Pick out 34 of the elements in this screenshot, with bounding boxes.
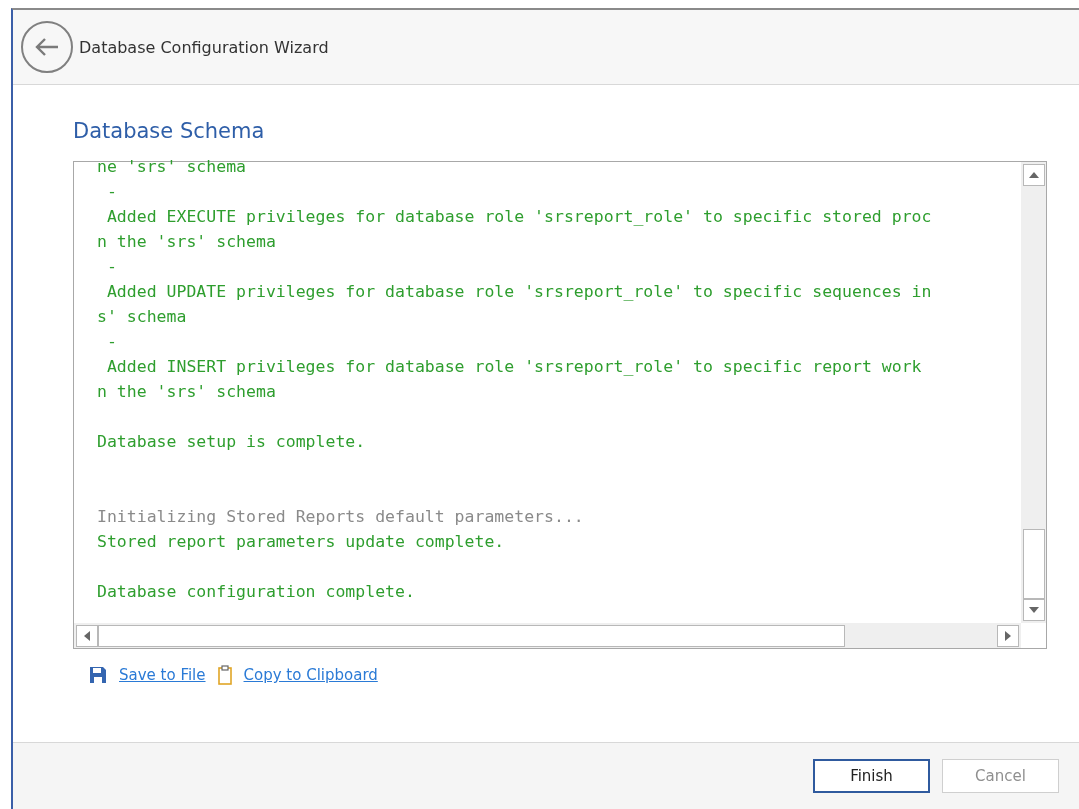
- log-line: n the 'srs' schema: [97, 231, 277, 253]
- link[interactable]: Save to File: [119, 666, 206, 684]
- back-button[interactable]: [21, 21, 73, 73]
- page-title: Database Schema: [73, 119, 266, 143]
- scroll-up-button[interactable]: [1022, 164, 1045, 186]
- log-line: Initializing Stored Reports default parameters...: [97, 506, 585, 528]
- log-line: Database setup is complete.: [97, 431, 367, 453]
- left-triangle-icon: [84, 630, 90, 641]
- scrollbar-thumb[interactable]: [98, 624, 845, 647]
- log-line: -: [105, 331, 118, 353]
- vertical-scrollbar[interactable]: [1021, 162, 1046, 623]
- scroll-down-button[interactable]: [1022, 599, 1045, 621]
- right-triangle-icon: [1005, 630, 1011, 641]
- log-line: -: [105, 181, 118, 203]
- log-line: Added EXECUTE privileges for database role 'srsreport_role' to specific stored proc: [105, 206, 933, 228]
- log-line: n the 'srs' schema: [97, 381, 277, 403]
- window-title: Database Configuration Wizard: [79, 37, 329, 57]
- log-line: s' schema: [97, 306, 188, 328]
- up-triangle-icon: [1028, 172, 1039, 178]
- clipboard-icon: [217, 665, 232, 685]
- scroll-right-button[interactable]: [997, 624, 1019, 647]
- scroll-left-button[interactable]: [76, 624, 98, 647]
- down-triangle-icon: [1028, 607, 1039, 613]
- horizontal-scrollbar[interactable]: [74, 623, 1021, 648]
- link[interactable]: Copy to Clipboard: [243, 666, 378, 684]
- log-line: Stored report parameters update complete.: [97, 531, 506, 553]
- log-line: Added INSERT privileges for database role 'srsreport_role' to specific report work: [105, 356, 923, 378]
- back-arrow-icon: [34, 37, 60, 57]
- log-line: Added UPDATE privileges for database role 'srsreport_role' to specific sequences in: [105, 281, 933, 303]
- log-line: Database configuration complete.: [97, 581, 416, 603]
- log-line: ne 'srs' schema: [97, 156, 247, 178]
- finish-button[interactable]: Finish: [813, 759, 930, 793]
- log-line: -: [105, 256, 118, 278]
- scrollbar-thumb[interactable]: [1022, 529, 1045, 599]
